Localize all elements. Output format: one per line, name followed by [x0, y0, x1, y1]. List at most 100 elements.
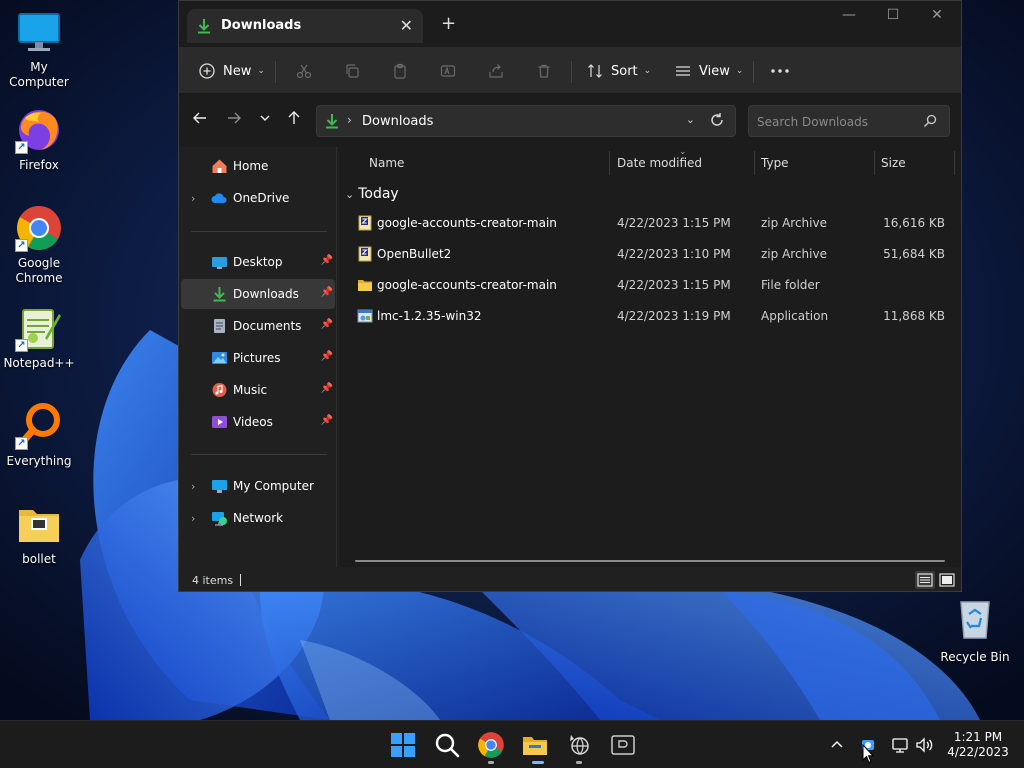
desktop-icon-chrome[interactable]: ↗ Google Chrome [0, 204, 78, 286]
file-row[interactable]: lmc-1.2.35-win32 4/22/2023 1:19 PM Appli… [349, 302, 949, 330]
file-row[interactable]: google-accounts-creator-main 4/22/2023 1… [349, 209, 949, 237]
clock[interactable]: 1:21 PM 4/22/2023 [940, 730, 1016, 760]
column-divider[interactable] [874, 151, 875, 175]
column-divider[interactable] [954, 151, 955, 175]
file-row[interactable]: google-accounts-creator-main 4/22/2023 1… [349, 271, 949, 299]
column-header-name[interactable]: Name [369, 156, 404, 170]
view-label: View [699, 63, 730, 79]
tab-downloads[interactable]: Downloads ✕ [187, 9, 423, 43]
desktop-icon-everything[interactable]: ↗ Everything [0, 402, 78, 469]
address-path[interactable]: Downloads [362, 114, 433, 129]
desktop-icon-firefox[interactable]: ↗ Firefox [0, 106, 78, 173]
refresh-icon[interactable] [709, 112, 725, 131]
column-divider[interactable] [609, 151, 610, 175]
volume-button[interactable] [915, 735, 935, 755]
pin-icon[interactable]: 📌 [321, 415, 333, 426]
desktop-icon-label: Everything [6, 454, 72, 468]
more-options-button[interactable] [770, 57, 790, 85]
close-window-icon[interactable]: ✕ [915, 7, 959, 27]
nav-item-home[interactable]: Home [181, 151, 335, 181]
chevron-right-icon[interactable]: › [191, 512, 195, 525]
chrome-icon: ↗ [15, 204, 63, 252]
start-button[interactable] [389, 731, 417, 759]
nav-item-downloads[interactable]: Downloads 📌 [181, 279, 335, 309]
maximize-icon[interactable]: ☐ [871, 7, 915, 27]
file-name: OpenBullet2 [377, 247, 452, 261]
large-icons-view-button[interactable] [937, 571, 957, 589]
show-hidden-icons-button[interactable] [830, 735, 844, 755]
clipboard-icon [394, 63, 406, 79]
search-input[interactable] [757, 112, 917, 132]
desktop-icon-bollet[interactable]: bollet [0, 500, 78, 567]
chevron-up-icon [831, 740, 843, 748]
recycle-bin-label: Recycle Bin [940, 650, 1010, 664]
address-bar[interactable]: › Downloads ⌄ [316, 105, 736, 137]
monitor-icon [15, 8, 63, 56]
active-indicator [532, 761, 544, 764]
desktop-icon-recycle-bin[interactable]: Recycle Bin [940, 596, 1010, 664]
close-tab-icon[interactable]: ✕ [400, 16, 413, 35]
chevron-right-icon[interactable]: › [191, 480, 195, 493]
search-icon[interactable] [923, 114, 937, 131]
new-button[interactable]: New ⌄ [199, 57, 265, 85]
column-header-size[interactable]: Size [881, 156, 906, 170]
nav-item-music[interactable]: Music 📌 [181, 375, 335, 405]
file-date: 4/22/2023 1:15 PM [617, 216, 731, 230]
paste-button[interactable] [392, 57, 408, 85]
taskbar-chrome-button[interactable] [477, 731, 505, 759]
sort-button[interactable]: Sort ⌄ [587, 57, 651, 85]
chevron-right-icon: › [347, 113, 352, 127]
nav-item-videos[interactable]: Videos 📌 [181, 407, 335, 437]
network-icon [211, 510, 228, 526]
network-status-button[interactable] [891, 735, 909, 755]
delete-button[interactable] [536, 57, 552, 85]
file-list[interactable]: Name Date modified ⌄ Type Size ⌄ Today go… [339, 147, 961, 567]
horizontal-scrollbar[interactable] [355, 560, 945, 562]
taskbar-search-button[interactable] [433, 731, 461, 759]
file-row[interactable]: OpenBullet2 4/22/2023 1:10 PM zip Archiv… [349, 240, 949, 268]
chevron-right-icon[interactable]: › [191, 192, 195, 205]
pin-icon[interactable]: 📌 [321, 383, 333, 394]
rename-button[interactable] [440, 57, 456, 85]
taskbar-network-app-button[interactable] [565, 731, 593, 759]
up-button[interactable] [282, 110, 306, 132]
file-explorer-window[interactable]: Downloads ✕ + — ☐ ✕ New ⌄ Sort ⌄ View ⌄ … [178, 0, 962, 592]
column-header-date-modified[interactable]: Date modified [617, 156, 702, 170]
nav-item-documents[interactable]: Documents 📌 [181, 311, 335, 341]
share-icon [489, 64, 503, 78]
forward-button[interactable] [222, 110, 246, 132]
nav-item-network[interactable]: › Network [181, 503, 335, 533]
back-button[interactable] [188, 110, 212, 132]
pin-icon[interactable]: 📌 [321, 287, 333, 298]
nav-item-desktop[interactable]: Desktop 📌 [181, 247, 335, 277]
view-button[interactable]: View ⌄ [675, 57, 743, 85]
nav-item-label: Music [233, 383, 268, 397]
add-tab-icon[interactable]: + [441, 13, 456, 34]
group-header-today[interactable]: ⌄ Today [345, 186, 399, 202]
sort-icon [588, 64, 602, 78]
recent-locations-button[interactable] [253, 110, 277, 132]
minimize-icon[interactable]: — [827, 7, 871, 27]
search-box[interactable] [748, 105, 950, 137]
taskbar-file-explorer-button[interactable] [521, 731, 549, 759]
tiles-view-icon [939, 573, 955, 587]
view-list-icon [676, 66, 690, 76]
taskbar-app-button[interactable] [609, 731, 637, 759]
nav-divider [191, 231, 327, 232]
title-bar[interactable]: Downloads ✕ + — ☐ ✕ [179, 1, 961, 47]
desktop-icon-notepadpp[interactable]: ↗ Notepad++ [0, 304, 78, 371]
pin-icon[interactable]: 📌 [321, 351, 333, 362]
pin-icon[interactable]: 📌 [321, 255, 333, 266]
chevron-down-icon[interactable]: ⌄ [686, 113, 695, 126]
column-divider[interactable] [754, 151, 755, 175]
pin-icon[interactable]: 📌 [321, 319, 333, 330]
cut-button[interactable] [296, 57, 312, 85]
nav-item-onedrive[interactable]: › OneDrive [181, 183, 335, 213]
nav-item-pictures[interactable]: Pictures 📌 [181, 343, 335, 373]
desktop-icon-my-computer[interactable]: My Computer [0, 8, 78, 90]
copy-button[interactable] [344, 57, 360, 85]
share-button[interactable] [488, 57, 504, 85]
details-view-button[interactable] [915, 571, 935, 589]
column-header-type[interactable]: Type [761, 156, 789, 170]
nav-item-my-computer[interactable]: › My Computer [181, 471, 335, 501]
